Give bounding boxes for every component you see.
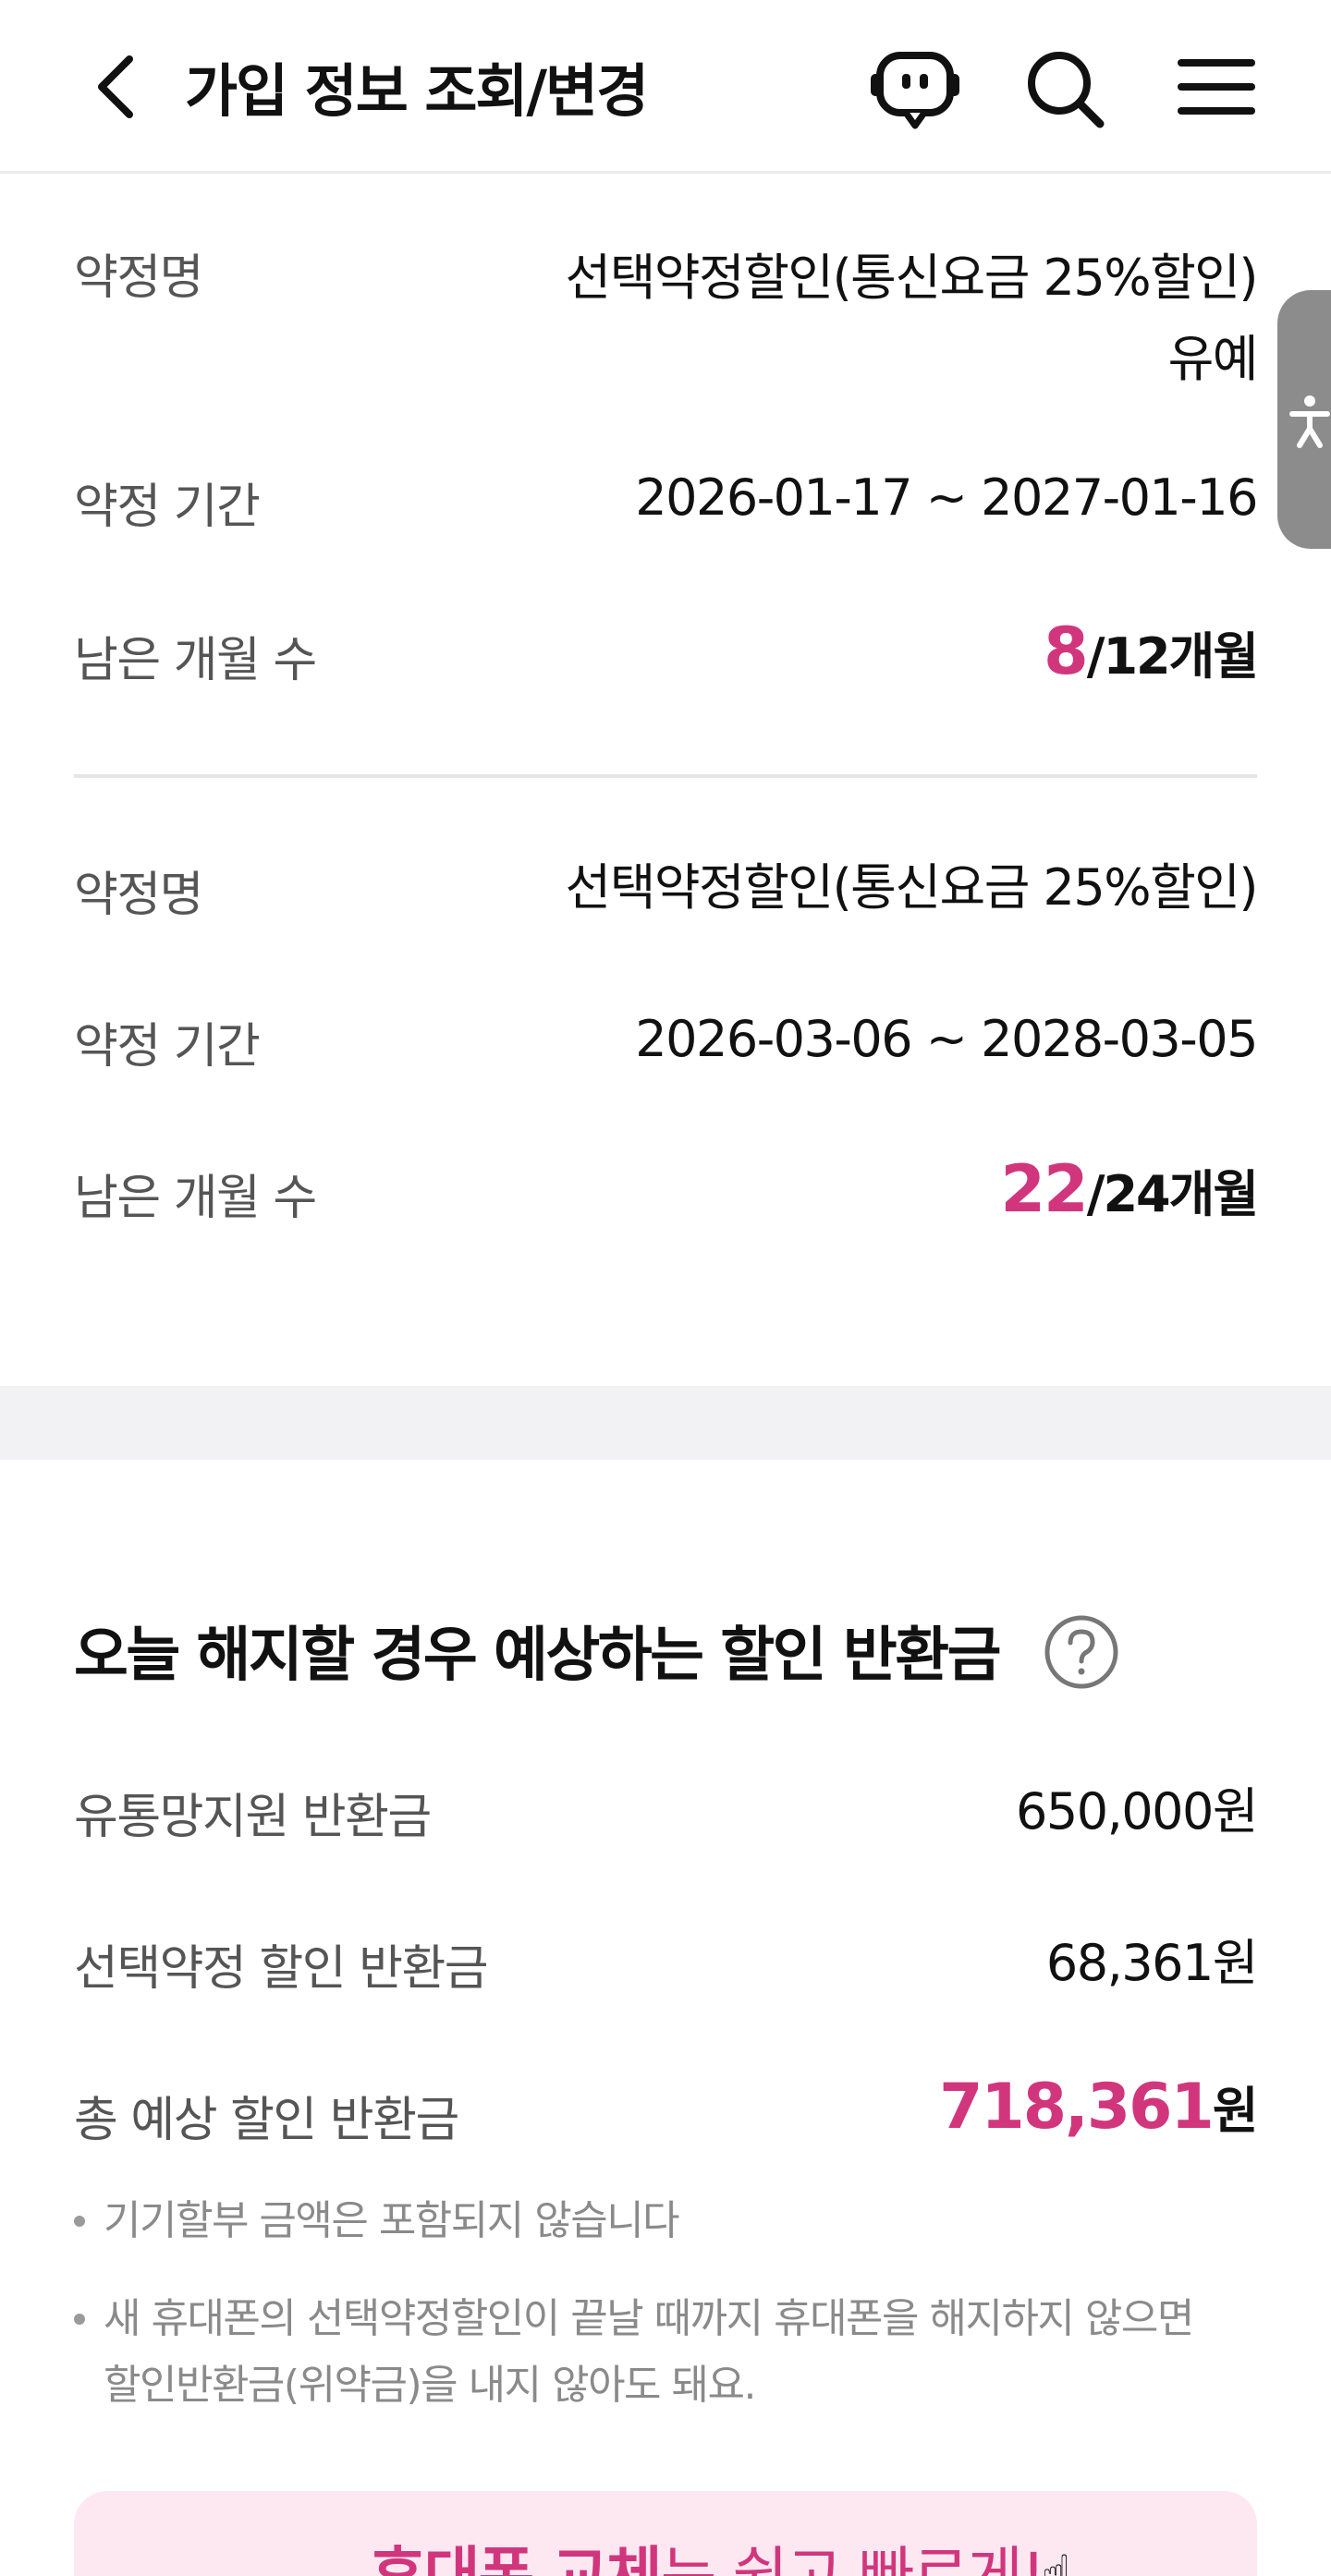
contract-2-remaining-row: 남은 개월 수 22/24개월 (74, 1151, 1259, 1242)
contract-period-label: 약정 기간 (74, 480, 261, 535)
contract-2-period-row: 약정 기간 2026-03-06 ~ 2028-03-05 (74, 1007, 1258, 1090)
phone-upgrade-banner[interactable]: 휴대폰 교체는 쉽고 빠르게! ☝ (74, 2491, 1257, 2576)
contract-divider (74, 774, 1257, 778)
contract-period-value: 2026-01-17 ~ 2027-01-16 (635, 468, 1258, 527)
page-title: 가입 정보 조회/변경 (185, 57, 649, 125)
refund-row-selective: 선택약정 할인 반환금 68,361원 (74, 1929, 1259, 2012)
contract-name-value: 선택약정할인(통신요금 25%할인) (565, 249, 1259, 307)
contract-1-period-row: 약정 기간 2026-01-17 ~ 2027-01-16 (74, 468, 1258, 551)
app-header: 가입 정보 조회/변경 (0, 0, 1331, 174)
contract-name-label: 약정명 (74, 250, 204, 306)
bullet-icon (74, 2314, 85, 2325)
contract-1-name-row: 약정명 선택약정할인(통신요금 25%할인) 유예 (74, 238, 1259, 388)
chatbot-icon[interactable] (869, 43, 961, 131)
refund-total-label: 총 예상 할인 반환금 (74, 2093, 459, 2148)
chevron-left-icon[interactable] (89, 52, 144, 122)
refund-value: 68,361원 (1045, 1934, 1259, 1992)
refund-label: 선택약정 할인 반환금 (74, 1941, 489, 1997)
refund-row-distribution: 유통망지원 반환금 650,000원 (74, 1778, 1258, 1861)
hamburger-menu-icon[interactable] (1170, 43, 1263, 131)
remaining-months-value: 8/12개월 (1044, 614, 1259, 689)
accessibility-tab[interactable] (1277, 290, 1331, 549)
accessibility-icon (1289, 395, 1330, 448)
promo-text: 휴대폰 교체는 쉽고 빠르게! (370, 2540, 1045, 2576)
refund-total-value: 718,361원 (939, 2071, 1258, 2144)
section-separator (0, 1386, 1331, 1460)
refund-value: 650,000원 (1016, 1782, 1258, 1841)
pointing-hand-icon: ☝ (1041, 2545, 1073, 2576)
contract-name-label: 약정명 (74, 868, 204, 923)
contract-period-value: 2026-03-06 ~ 2028-03-05 (635, 1010, 1258, 1068)
contract-1-remaining-row: 남은 개월 수 8/12개월 (74, 614, 1259, 704)
bullet-icon (74, 2216, 85, 2227)
contract-period-label: 약정 기간 (74, 1019, 261, 1075)
contract-name-value: 선택약정할인(통신요금 25%할인) (565, 858, 1259, 917)
remaining-months-label: 남은 개월 수 (74, 633, 317, 688)
contract-status-suffix: 유예 (1167, 330, 1259, 388)
remaining-months-label: 남은 개월 수 (74, 1171, 317, 1226)
search-icon[interactable] (1019, 43, 1111, 131)
question-circle-icon[interactable] (1043, 1613, 1120, 1691)
refund-total-row: 총 예상 할인 반환금 718,361원 (74, 2071, 1259, 2164)
remaining-months-value: 22/24개월 (1000, 1151, 1259, 1227)
contract-2-name-row: 약정명 선택약정할인(통신요금 25%할인) (74, 856, 1259, 939)
refund-label: 유통망지원 반환금 (74, 1790, 432, 1845)
refund-section-title: 오늘 해지할 경우 예상하는 할인 반환금 (74, 1622, 1002, 1690)
